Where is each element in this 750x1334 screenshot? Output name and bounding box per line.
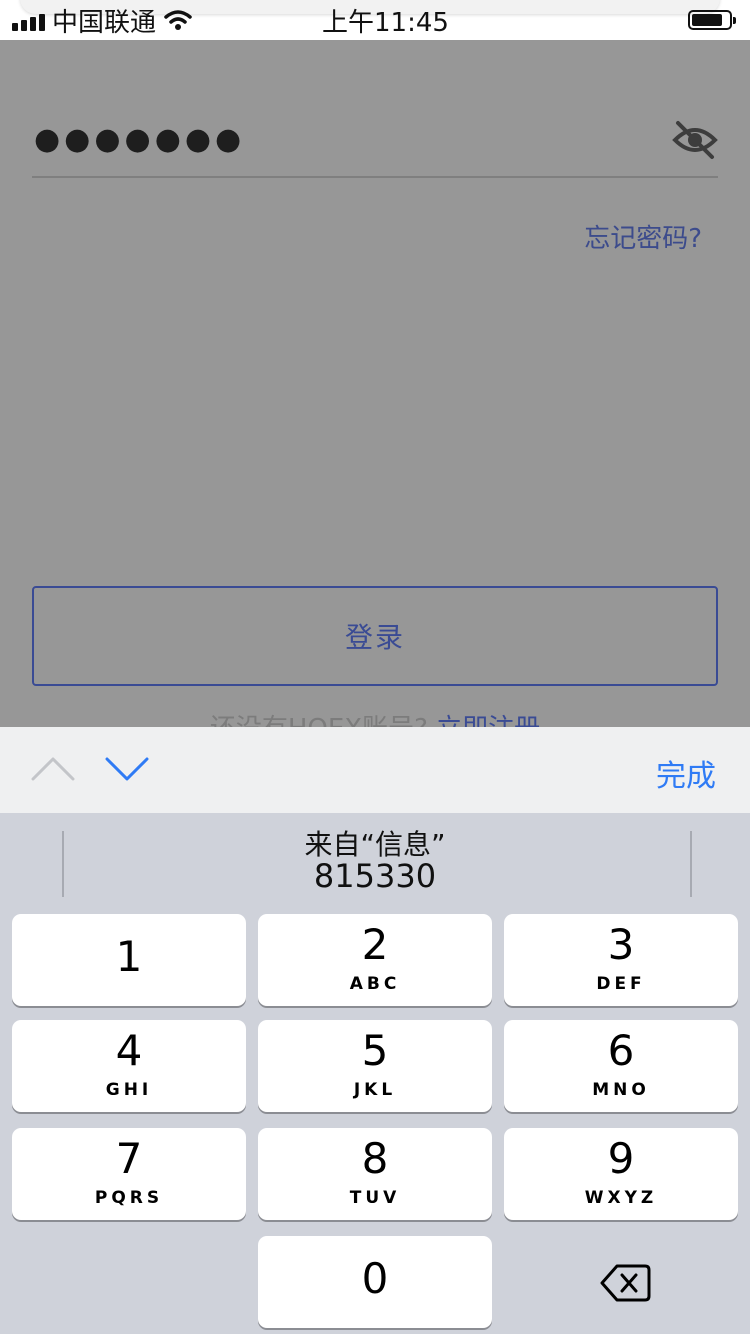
- key-digit: 4: [115, 1026, 143, 1075]
- key-digit: 2: [361, 920, 389, 969]
- password-value: ●●●●●●●: [34, 122, 246, 157]
- key-letters: DEF: [596, 974, 646, 994]
- suggestion-code: 815330: [313, 857, 437, 895]
- key-letters: WXYZ: [584, 1188, 658, 1208]
- keyboard-accessory-bar: 完成: [0, 727, 750, 813]
- key-letters: PQRS: [94, 1188, 164, 1208]
- delete-key[interactable]: [504, 1236, 738, 1328]
- status-bar: 中国联通 上午11:45: [0, 0, 750, 40]
- wifi-icon: [164, 10, 192, 30]
- key-0[interactable]: 0: [258, 1236, 492, 1328]
- forgot-password-link[interactable]: 忘记密码?: [584, 218, 702, 255]
- battery-icon: [688, 10, 736, 30]
- key-digit: 0: [361, 1254, 389, 1303]
- key-letters: GHI: [105, 1080, 153, 1100]
- key-digit: 5: [361, 1026, 389, 1075]
- key-6[interactable]: 6 MNO: [504, 1020, 738, 1112]
- cellular-signal-icon: [12, 14, 45, 31]
- key-digit: 1: [115, 932, 143, 981]
- numeric-keyboard: 来自“信息” 815330 1 2 ABC 3 DEF 4 GHI 5 JKL …: [0, 813, 750, 1334]
- backspace-icon: [600, 1264, 651, 1302]
- register-link[interactable]: 立即注册: [436, 714, 540, 728]
- key-letters: MNO: [592, 1080, 650, 1100]
- key-1[interactable]: 1: [12, 914, 246, 1006]
- key-4[interactable]: 4 GHI: [12, 1020, 246, 1112]
- carrier-name: 中国联通: [52, 8, 157, 38]
- toggle-password-visibility-icon[interactable]: [672, 120, 718, 160]
- key-letters: JKL: [353, 1080, 397, 1100]
- register-prompt-text: 还没有HOEX账号?: [210, 714, 428, 728]
- password-field[interactable]: ●●●●●●●: [32, 110, 718, 178]
- login-button[interactable]: 登录: [32, 586, 718, 686]
- key-7[interactable]: 7 PQRS: [12, 1128, 246, 1220]
- status-time: 上午11:45: [322, 8, 449, 38]
- register-prompt-row: 还没有HOEX账号? 立即注册: [0, 708, 750, 728]
- key-digit: 7: [115, 1134, 143, 1183]
- key-letters: TUV: [349, 1188, 401, 1208]
- key-3[interactable]: 3 DEF: [504, 914, 738, 1006]
- key-9[interactable]: 9 WXYZ: [504, 1128, 738, 1220]
- key-digit: 9: [607, 1134, 635, 1183]
- previous-field-chevron-up-icon[interactable]: [30, 753, 76, 783]
- key-5[interactable]: 5 JKL: [258, 1020, 492, 1112]
- key-digit: 6: [607, 1026, 635, 1075]
- key-2[interactable]: 2 ABC: [258, 914, 492, 1006]
- key-letters: ABC: [349, 974, 401, 994]
- key-digit: 3: [607, 920, 635, 969]
- key-8[interactable]: 8 TUV: [258, 1128, 492, 1220]
- next-field-chevron-down-icon[interactable]: [104, 753, 150, 783]
- key-digit: 8: [361, 1134, 389, 1183]
- autofill-suggestion[interactable]: 来自“信息” 815330: [0, 813, 750, 913]
- done-button[interactable]: 完成: [656, 751, 716, 795]
